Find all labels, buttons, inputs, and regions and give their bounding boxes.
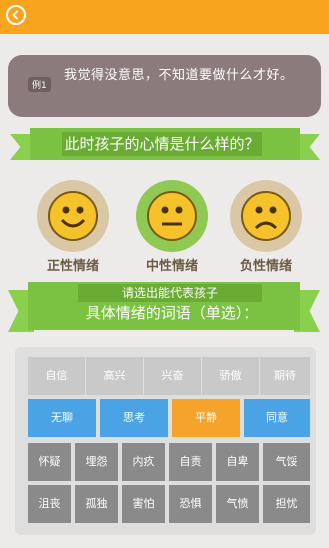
word-option[interactable]: 同意 [244,399,310,437]
question-words-line2: 具体情绪的词语（单选）： [85,304,259,322]
neutral-mood-button[interactable] [136,180,208,252]
question-ribbon-words: 请选出能代表孩子 具体情绪的词语（单选）： [0,278,329,336]
emotion-word-grid: 自信 高兴 兴奋 骄傲 期待 无聊 思考 平静 同意 怀疑 埋怨 内疚 自责 自… [15,347,316,535]
back-button[interactable] [6,5,26,25]
word-option[interactable]: 期待 [260,357,310,395]
word-option[interactable]: 高兴 [86,357,143,395]
word-option[interactable]: 害怕 [122,485,165,523]
word-option[interactable]: 气馁 [263,443,310,481]
example-tag: 例1 [28,77,51,92]
top-bar [0,0,329,34]
question-words-line1: 请选出能代表孩子 [78,284,262,302]
example-text: 我觉得没意思，不知道要做什么才好。 [64,68,294,83]
example-card: 例1 我觉得没意思，不知道要做什么才好。 [8,55,321,117]
positive-mood-label: 正性情绪 [46,259,99,274]
word-option[interactable]: 怀疑 [28,443,71,481]
negative-mood-button[interactable] [230,180,302,252]
chevron-left-icon [12,10,19,20]
word-option[interactable]: 自卑 [216,443,259,481]
word-option[interactable]: 孤独 [75,485,118,523]
word-option[interactable]: 骄傲 [202,357,259,395]
neutral-face-icon [161,206,183,226]
word-option[interactable]: 恐惧 [169,485,212,523]
word-option[interactable]: 内疚 [122,443,165,481]
positive-mood-button[interactable] [37,180,109,252]
word-option[interactable]: 兴奋 [144,357,201,395]
question-ribbon-mood: 此时孩子的心情是什么样的？ [0,128,329,164]
word-option[interactable]: 自责 [169,443,212,481]
negative-mood-label: 负性情绪 [239,259,292,274]
word-option[interactable]: 埋怨 [75,443,118,481]
word-option[interactable]: 无聊 [28,399,96,437]
word-option[interactable]: 气愤 [216,485,259,523]
word-option[interactable]: 思考 [100,399,168,437]
question-mood: 此时孩子的心情是什么样的？ [62,132,262,156]
smile-icon [60,206,86,228]
word-option[interactable]: 自信 [28,357,85,395]
word-option[interactable]: 担忧 [263,485,310,523]
word-option[interactable]: 沮丧 [28,485,71,523]
neutral-mood-label: 中性情绪 [145,259,198,274]
frown-icon [254,206,278,230]
word-option-selected[interactable]: 平静 [172,399,240,437]
